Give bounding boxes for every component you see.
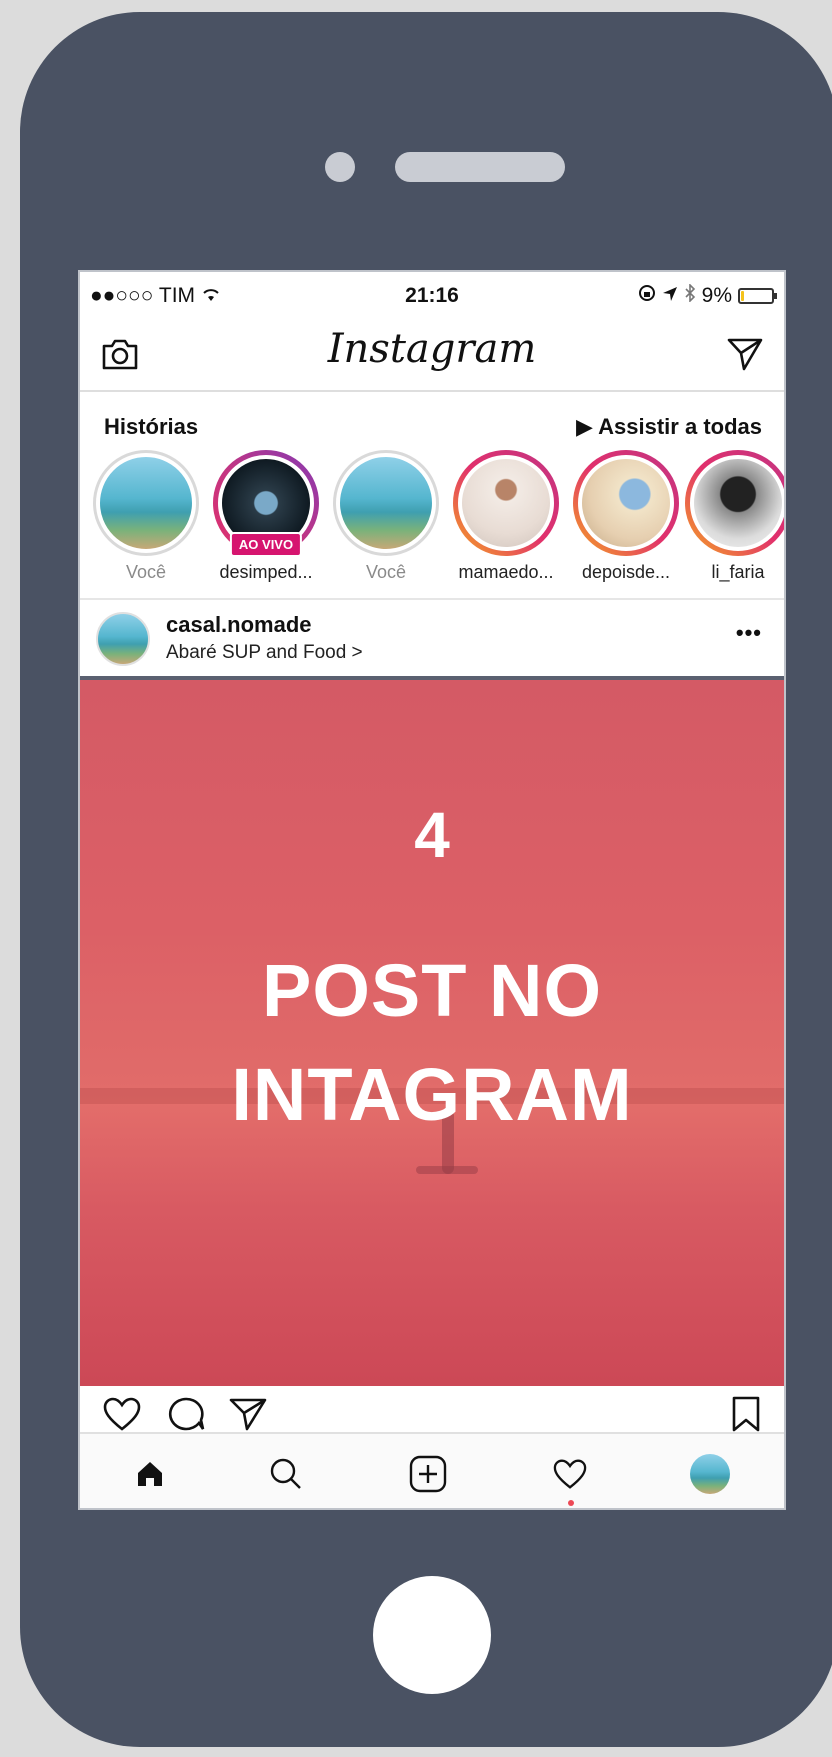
story-ring — [333, 450, 439, 556]
new-post-icon[interactable] — [406, 1452, 450, 1496]
more-options-button[interactable]: ••• — [736, 620, 762, 646]
battery-icon — [738, 288, 777, 304]
avatar — [578, 455, 674, 551]
story-item[interactable]: mamaedo... — [448, 450, 564, 583]
bluetooth-icon — [684, 283, 696, 308]
story-name: Você — [125, 562, 167, 582]
home-button[interactable] — [373, 1576, 491, 1694]
earpiece-speaker — [395, 152, 565, 182]
bottom-nav — [80, 1432, 784, 1508]
avatar — [690, 455, 784, 551]
direct-message-icon[interactable] — [726, 336, 764, 377]
story-name: li_faria — [711, 562, 765, 582]
story-item[interactable]: Você — [328, 450, 444, 583]
story-ring — [453, 450, 559, 556]
location-arrow-icon — [662, 284, 678, 308]
story-name: Você — [365, 562, 407, 582]
post-actions — [80, 1386, 784, 1436]
avatar — [96, 453, 196, 553]
notification-dot — [568, 1500, 574, 1506]
app-header: Instagram — [80, 314, 784, 392]
post-title-line1: POST NO — [261, 949, 603, 1032]
status-bar: ●●○○○ TIM 21:16 9% — [80, 272, 784, 314]
post-number: 4 — [414, 799, 450, 871]
stories-header: Histórias ▶ Assistir a todas — [80, 392, 784, 452]
live-badge: AO VIVO — [229, 532, 303, 557]
stories-tray: Você AO VIVO desimped... Você mamaedo... — [80, 450, 784, 600]
home-icon[interactable] — [128, 1452, 172, 1496]
stories-label: Histórias — [104, 414, 199, 439]
instagram-logo: Instagram — [327, 326, 537, 372]
activity-heart-icon[interactable] — [548, 1452, 592, 1496]
status-right: 9% — [638, 283, 777, 308]
story-item-live[interactable]: AO VIVO desimped... — [208, 450, 324, 583]
story-name: mamaedo... — [458, 562, 554, 582]
story-ring — [573, 450, 679, 556]
post-image[interactable]: 4 POST NO INTAGRAM — [80, 680, 784, 1386]
avatar — [458, 455, 554, 551]
profile-avatar — [690, 1454, 730, 1494]
search-icon[interactable] — [264, 1452, 308, 1496]
profile-tab[interactable] — [688, 1452, 732, 1496]
app-screen: ●●○○○ TIM 21:16 9% Instagram Histórias ▶… — [78, 270, 786, 1510]
rotation-lock-icon — [638, 284, 656, 308]
post-location[interactable]: Abaré SUP and Food > — [166, 642, 363, 664]
post-header: casal.nomade Abaré SUP and Food > ••• — [80, 600, 784, 680]
story-ring — [685, 450, 784, 556]
story-item[interactable]: Você — [88, 450, 204, 583]
story-name: depoisde... — [581, 562, 671, 582]
story-item[interactable]: depoisde... — [568, 450, 684, 583]
story-name: desimped... — [219, 562, 313, 582]
battery-percent: 9% — [701, 284, 732, 307]
watch-all-button[interactable]: ▶ Assistir a todas — [576, 414, 762, 440]
paddleboard-silhouette — [416, 1166, 478, 1174]
post-title-line2: INTAGRAM — [231, 1053, 633, 1136]
post-author-avatar[interactable] — [96, 612, 150, 666]
story-item[interactable]: li_faria — [680, 450, 784, 583]
story-ring — [93, 450, 199, 556]
post-username[interactable]: casal.nomade — [166, 612, 312, 638]
avatar — [336, 453, 436, 553]
front-camera — [325, 152, 355, 182]
battery-fill — [741, 291, 744, 301]
